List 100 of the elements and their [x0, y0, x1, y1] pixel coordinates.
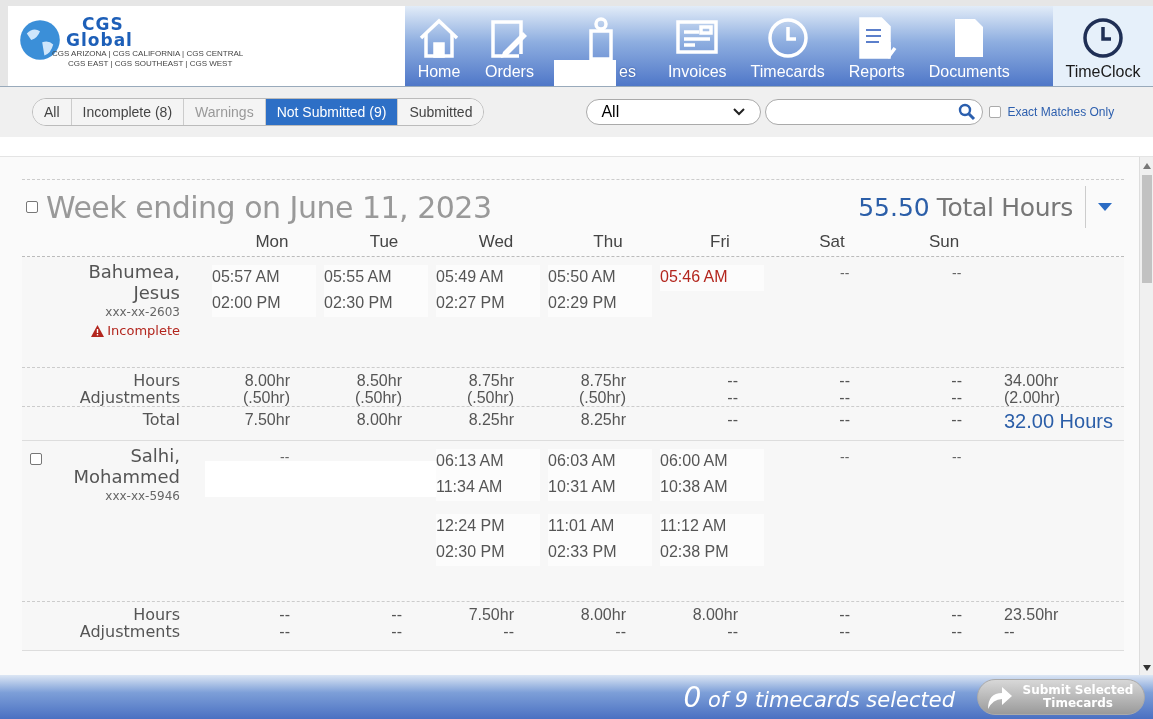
summary-value: --: [950, 623, 963, 640]
summary-value: 34.00hr: [1003, 372, 1060, 389]
summary-label: Total: [141, 411, 181, 430]
nav-label: Documents: [928, 63, 1010, 81]
filter-tab[interactable]: Not Submitted (9): [265, 99, 399, 125]
scroll-up-icon[interactable]: [1142, 163, 1151, 169]
nav-home-tab[interactable]: Home: [405, 6, 473, 86]
day-heading: Fri: [709, 232, 731, 252]
logo-title: Global: [66, 32, 133, 48]
scrollbar[interactable]: [1139, 157, 1153, 675]
exact-match-label: Exact Matches Only: [1007, 105, 1115, 119]
summary-label: Adjustments: [78, 623, 181, 640]
summary-value: --: [390, 606, 403, 623]
nav-employees-tab[interactable]: es: [545, 6, 656, 86]
scroll-down-icon[interactable]: [1142, 665, 1151, 671]
nav-timeclock-tab[interactable]: TimeClock: [1053, 6, 1153, 86]
nav-documents-tab[interactable]: Documents: [916, 6, 1022, 86]
nav-label: es: [619, 63, 636, 81]
nav-timecards-tab[interactable]: Timecards: [738, 6, 837, 86]
nav-label: TimeClock: [1065, 63, 1141, 81]
summary-value: --: [838, 372, 851, 389]
summary-value: 8.00hr: [579, 606, 627, 623]
week-total-label: Total Hours: [936, 192, 1073, 222]
day-heading: Sat: [818, 232, 846, 252]
exact-match-checkbox[interactable]: [989, 106, 1002, 118]
status-warning: Incomplete: [91, 323, 180, 338]
week-total: 55.50: [858, 192, 930, 222]
summary-value: --: [726, 623, 739, 640]
summary-value: --: [278, 606, 291, 623]
summary-value: 8.50hr: [355, 372, 403, 389]
logo-tagline: CGS EAST | CGS SOUTHEAST | CGS WEST: [68, 59, 233, 69]
summary-value: 8.00hr: [691, 606, 739, 623]
nav-label: Home: [417, 63, 461, 81]
summary-value: 8.75hr: [467, 372, 515, 389]
summary-label: Adjustments: [78, 389, 181, 406]
summary-value: 7.50hr: [243, 411, 291, 430]
summary-label: Hours: [132, 606, 181, 623]
week-title: Week ending on June 11, 2023: [46, 189, 492, 225]
punch-time: 06:03 AM: [548, 449, 652, 475]
punch-time: 02:27 PM: [436, 291, 540, 317]
selection-count: 0 of 9 timecards selected: [683, 680, 955, 714]
summary-value: (.50hr): [465, 389, 515, 406]
week-checkbox[interactable]: [26, 201, 38, 213]
summary-value: --: [838, 623, 851, 640]
employee-ssn: xxx-xx-2603: [105, 305, 180, 319]
summary-value: --: [950, 606, 963, 623]
summary-value: 8.00hr: [355, 411, 403, 430]
logo-title: CGS: [82, 16, 124, 32]
empty-day: --: [840, 265, 850, 281]
punch-time: 05:55 AM: [324, 265, 428, 291]
summary-value: 23.50hr: [1003, 606, 1060, 623]
summary-value: --: [614, 623, 627, 640]
punch-time: 06:00 AM: [660, 449, 764, 475]
punch-time: 11:01 AM: [548, 514, 652, 540]
summary-value: --: [278, 623, 291, 640]
summary-value: --: [502, 623, 515, 640]
punch-time: 02:30 PM: [436, 540, 540, 566]
punch-time: 10:38 AM: [660, 475, 764, 501]
employee-checkbox[interactable]: [30, 453, 42, 465]
nav-label: Reports: [848, 63, 905, 81]
summary-value: --: [950, 411, 963, 430]
summary-value: 8.75hr: [579, 372, 627, 389]
punch-time: 11:34 AM: [436, 475, 540, 501]
day-heading: Sun: [927, 232, 961, 252]
logo-tagline: CGS ARIZONA | CGS CALIFORNIA | CGS CENTRAL: [52, 49, 244, 59]
punch-time: 05:57 AM: [212, 265, 316, 291]
summary-value: --: [950, 372, 963, 389]
nav-orders-tab[interactable]: Orders: [473, 6, 546, 86]
search-icon: [958, 103, 977, 121]
summary-value: --: [838, 389, 851, 406]
summary-value: (.50hr): [241, 389, 291, 406]
punch-time: 12:24 PM: [436, 514, 540, 540]
punch-time: 05:50 AM: [548, 265, 652, 291]
chevron-icon: [732, 107, 747, 117]
summary-value: --: [390, 623, 403, 640]
submit-button[interactable]: Submit Selected Timecards: [977, 679, 1145, 715]
day-heading: Tue: [368, 232, 400, 252]
filter-dropdown[interactable]: All: [586, 99, 762, 125]
scroll-thumb[interactable]: [1141, 175, 1152, 283]
summary-value: (.50hr): [577, 389, 627, 406]
search-field[interactable]: [765, 99, 984, 125]
day-heading: Mon: [254, 232, 290, 252]
empty-day: --: [280, 449, 290, 465]
clock-icon: [1081, 15, 1125, 61]
summary-value: --: [726, 411, 739, 430]
employee-name: Salhi, Mohammed: [72, 445, 180, 487]
empty-day: --: [952, 449, 962, 465]
punch-time: 05:49 AM: [436, 265, 540, 291]
summary-value: --: [838, 606, 851, 623]
summary-value: (.50hr): [353, 389, 403, 406]
filter-tab[interactable]: All: [33, 99, 72, 125]
caret-icon[interactable]: [1098, 203, 1112, 211]
nav-reports-tab[interactable]: Reports: [836, 6, 917, 86]
summary-value: --: [838, 411, 851, 430]
nav-label: Timecards: [750, 63, 825, 81]
summary-value: --: [950, 389, 963, 406]
summary-value: --: [726, 389, 739, 406]
nav-label: Invoices: [667, 63, 727, 81]
punch-time: 05:46 AM: [660, 265, 764, 291]
nav-invoices-tab[interactable]: Invoices: [655, 6, 739, 86]
